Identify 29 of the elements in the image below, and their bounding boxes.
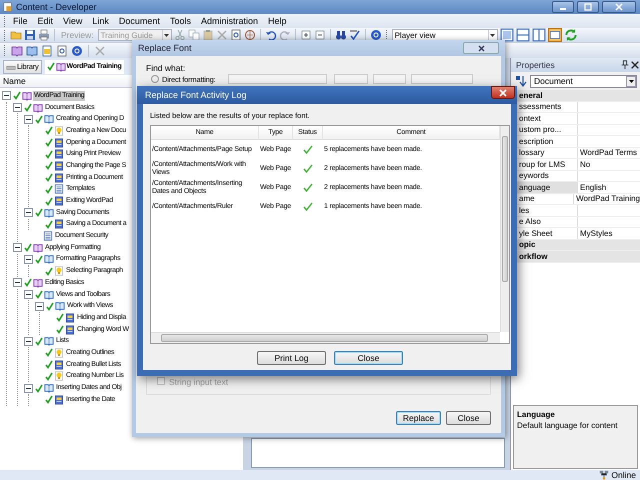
dialog-button[interactable]: Replace xyxy=(396,411,441,425)
property-value[interactable]: MyStyles xyxy=(580,228,612,238)
dialog-button[interactable]: Close xyxy=(446,411,491,425)
description-title: Language xyxy=(517,410,556,419)
description-text: Default language for content xyxy=(517,421,618,430)
checkbox-label: String input text xyxy=(169,377,228,387)
property-value[interactable]: English xyxy=(580,182,606,192)
dialog-button[interactable]: Print Log xyxy=(257,351,326,365)
dialog-title: Replace Font Activity Log xyxy=(145,90,248,100)
menu-item[interactable]: Edit xyxy=(32,16,58,26)
property-value[interactable]: WordPad Terms xyxy=(580,148,638,158)
window-title: Content - Developer xyxy=(16,2,98,12)
menu-item[interactable]: Link xyxy=(87,16,114,26)
menu-item[interactable]: Help xyxy=(262,16,292,26)
view-dropdown[interactable]: Player view xyxy=(392,29,498,41)
object-dropdown[interactable]: Document xyxy=(530,74,637,88)
dialog-button[interactable]: Close xyxy=(334,351,403,365)
preview-label: Preview: xyxy=(60,30,95,40)
menu-item[interactable]: View xyxy=(58,16,88,26)
dialog-title: Replace Font xyxy=(138,43,193,53)
menu-item[interactable]: Tools xyxy=(164,16,196,26)
property-value[interactable]: No xyxy=(580,160,590,169)
field-label: Find what: xyxy=(146,63,186,73)
connection-status: Online xyxy=(611,470,636,480)
menu-item[interactable]: Document xyxy=(114,16,165,26)
property-value[interactable]: WordPad Training xyxy=(576,194,640,204)
menu-item[interactable]: File xyxy=(8,16,33,26)
panel-title: Properties xyxy=(516,60,556,70)
menu-item[interactable]: Administration xyxy=(196,16,263,26)
